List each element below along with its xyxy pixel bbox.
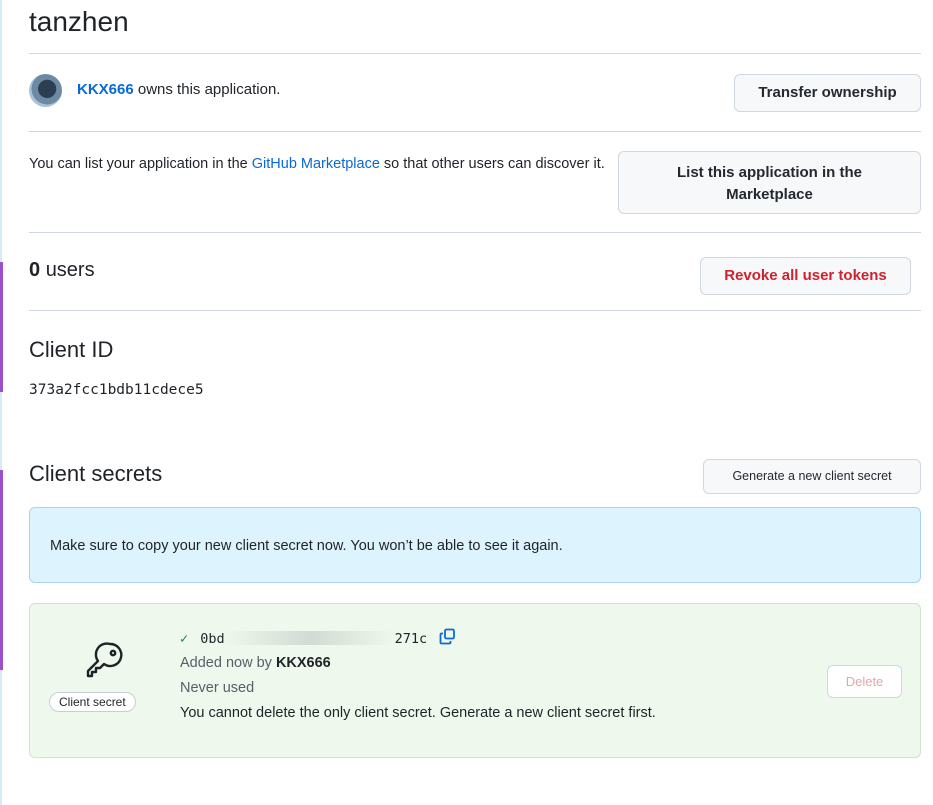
secret-usage: Never used — [180, 680, 255, 696]
owner-link[interactable]: KKX666 — [77, 81, 134, 98]
page-title: tanzhen — [29, 6, 129, 37]
copy-icon[interactable] — [439, 628, 456, 645]
secret-added-by: Added now by KKX666 — [180, 655, 331, 671]
list-marketplace-button[interactable]: List this application in the Marketplace — [618, 151, 921, 214]
page-left-edge — [0, 0, 2, 805]
check-icon: ✓ — [180, 631, 189, 647]
divider — [29, 310, 921, 311]
added-prefix: Added now by — [180, 655, 272, 671]
left-accent-bar — [0, 262, 3, 392]
secret-delete-warning: You cannot delete the only client secret… — [180, 705, 656, 721]
divider — [29, 232, 921, 233]
divider — [29, 53, 921, 54]
users-count: 0 — [29, 259, 41, 281]
client-secret-item: Client secret ✓ 0bd 271c Added now by KKX… — [29, 603, 921, 758]
transfer-ownership-button[interactable]: Transfer ownership — [734, 74, 921, 112]
owner-text: KKX666 owns this application. — [77, 81, 280, 98]
users-heading: 0 users — [29, 259, 95, 282]
left-accent-bar — [0, 470, 3, 670]
generate-secret-button[interactable]: Generate a new client secret — [703, 459, 921, 494]
secret-end: 271c — [394, 631, 428, 647]
client-id-value: 373a2fcc1bdb11cdece5 — [29, 382, 204, 398]
client-id-heading: Client ID — [29, 337, 114, 362]
users-label: users — [45, 259, 95, 281]
secret-flash-notice: Make sure to copy your new client secret… — [29, 507, 921, 583]
revoke-tokens-button[interactable]: Revoke all user tokens — [700, 257, 911, 295]
marketplace-text: You can list your application in the Git… — [29, 152, 619, 177]
marketplace-link[interactable]: GitHub Marketplace — [252, 156, 380, 172]
avatar[interactable] — [29, 74, 62, 107]
client-secrets-heading: Client secrets — [29, 461, 163, 486]
owner-suffix: owns this application. — [137, 81, 281, 98]
divider — [29, 131, 921, 132]
flash-text: Make sure to copy your new client secret… — [50, 538, 563, 554]
delete-secret-button[interactable]: Delete — [827, 665, 902, 698]
marketplace-suffix: so that other users can discover it. — [383, 156, 605, 172]
secret-value-row: ✓ 0bd 271c — [180, 628, 456, 647]
added-by-user: KKX666 — [275, 655, 331, 671]
client-secret-badge: Client secret — [49, 692, 136, 712]
secret-masked-portion — [224, 631, 395, 645]
secret-start: 0bd — [200, 631, 225, 647]
marketplace-prefix: You can list your application in the — [29, 156, 248, 172]
key-icon — [86, 642, 123, 678]
